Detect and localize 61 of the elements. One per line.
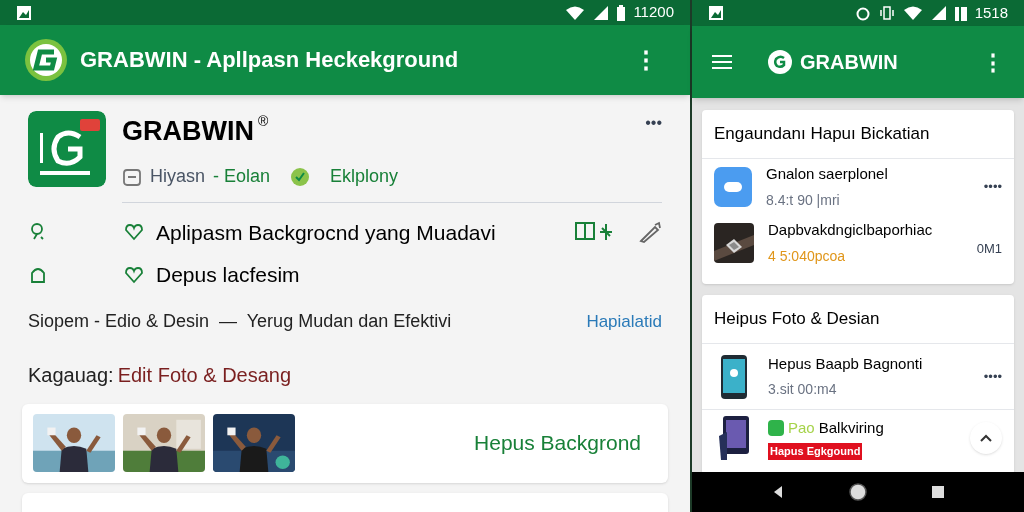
remove-background-button[interactable]: Hepus Backgrond xyxy=(474,427,657,459)
vibrate-icon xyxy=(878,5,895,21)
item-tag: Hapus Egkgound xyxy=(768,443,863,460)
home-button[interactable] xyxy=(848,482,868,502)
chevron-up-icon xyxy=(980,434,992,442)
app-meta: Hiyasn xyxy=(150,165,206,189)
logo-icon xyxy=(768,50,792,74)
app-title: GRABWIN xyxy=(800,50,899,75)
category-label: Kagauag: xyxy=(28,363,114,389)
card-title: Engaundanı Hapuı Bickatian xyxy=(714,123,930,146)
app-name: GRABWIN xyxy=(122,114,254,148)
item-subtitle: 8.4:t 90 |mri xyxy=(766,190,841,210)
status-time: 1518 xyxy=(974,2,1008,23)
category-value: Edit Foto & Desang xyxy=(117,363,292,389)
check-icon xyxy=(768,419,784,436)
app-meta: Eklplony xyxy=(330,165,399,189)
status-time: 11200 xyxy=(633,2,674,23)
heart-icon xyxy=(124,222,144,243)
app-title: GRABWIN - Apllpasn Heckekground xyxy=(80,46,460,75)
logo-icon xyxy=(24,37,68,82)
battery-icon xyxy=(954,5,967,21)
wifi-icon xyxy=(565,4,586,21)
picture-notification-icon xyxy=(16,4,32,21)
badge-icon xyxy=(290,166,311,187)
item-title: Gnalon saerplonel xyxy=(766,164,889,185)
wifi-icon xyxy=(902,5,923,21)
alarm-icon xyxy=(854,5,871,21)
item-title: Dapbvakdngiclbaporhiac xyxy=(768,220,934,241)
card-title: Heipus Foto & Desian xyxy=(714,308,880,331)
item-subtitle: 3.sit 00:m4 xyxy=(768,380,838,400)
item-label: Pao xyxy=(788,417,815,438)
more-button[interactable]: ••• xyxy=(645,110,662,135)
more-icon[interactable]: •••• xyxy=(983,366,1002,387)
recents-button[interactable] xyxy=(930,484,946,500)
battery-icon xyxy=(617,4,626,21)
heart-icon xyxy=(124,264,144,285)
feature-text: Aplipasm Backgrocnd yang Muadavi xyxy=(156,219,497,246)
item-title: Hepus Baapb Bagnonti xyxy=(768,353,924,374)
tagline: Siopem - Edio & Desin — Yerug Mudan dan Efektivi xyxy=(28,309,452,333)
overflow-menu-button[interactable]: ⋮ xyxy=(982,45,1004,79)
menu-icon[interactable] xyxy=(712,54,732,70)
picture-notification-icon xyxy=(708,5,724,21)
signal-icon xyxy=(930,5,947,21)
signal-icon xyxy=(593,4,610,21)
menu-button[interactable]: ⋮ xyxy=(626,41,666,78)
app-icon xyxy=(28,110,106,187)
item-subtitle: 4 5:040pcoa xyxy=(768,246,847,266)
more-icon[interactable]: •••• xyxy=(983,177,1002,197)
item-title: Balkviring xyxy=(818,417,884,438)
item-meta: 0M1 xyxy=(976,240,1002,259)
feature-text: Depus lacfesim xyxy=(156,262,301,289)
app-meta: - Eolan xyxy=(213,165,271,189)
calendar-icon xyxy=(122,166,142,187)
phone-icon xyxy=(721,354,747,399)
pencil-icon xyxy=(638,220,662,245)
edit-button[interactable] xyxy=(638,220,662,245)
link[interactable]: Hapialatid xyxy=(586,308,662,335)
scroll-up-button[interactable] xyxy=(970,422,1002,454)
app-icon xyxy=(714,167,752,207)
registered-mark: ® xyxy=(258,111,269,131)
tablet-icon xyxy=(717,416,751,460)
